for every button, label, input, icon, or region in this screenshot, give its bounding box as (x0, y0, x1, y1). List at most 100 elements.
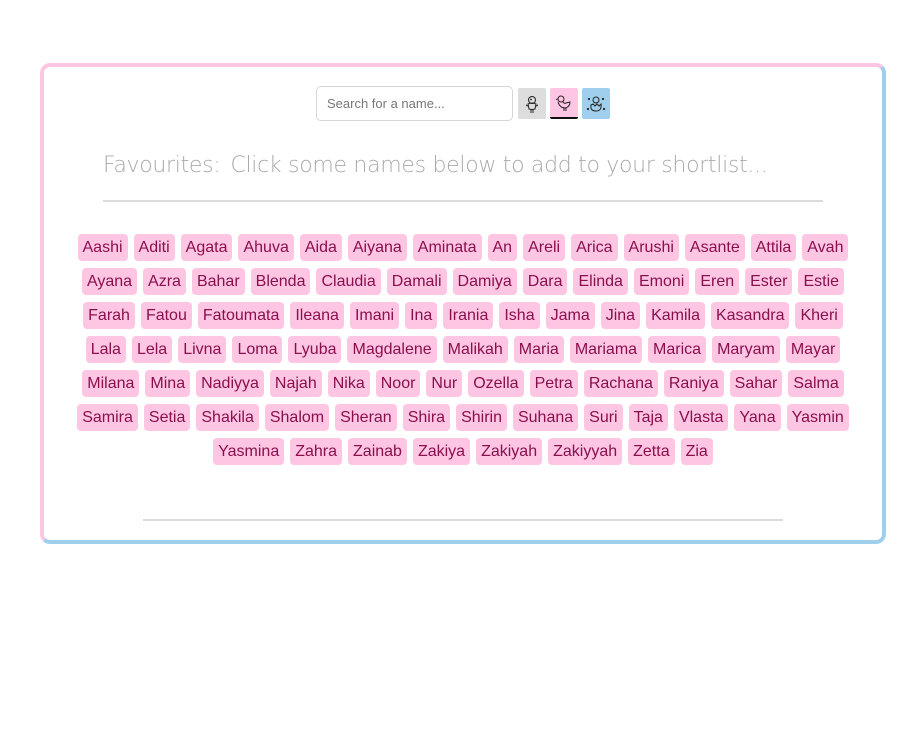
name-tag[interactable]: Petra (529, 370, 578, 397)
name-tag[interactable]: Taja (628, 404, 668, 431)
name-tag[interactable]: Ileana (290, 302, 344, 329)
divider (143, 519, 783, 521)
name-tag[interactable]: Kheri (795, 302, 843, 329)
name-tag[interactable]: Lala (85, 336, 126, 363)
name-tag[interactable]: Dara (522, 268, 568, 295)
favourites-area: Favourites: Click some names below to add… (103, 153, 823, 178)
name-tag[interactable]: Bahar (191, 268, 245, 295)
name-tag[interactable]: Eren (695, 268, 740, 295)
name-tag[interactable]: Zahra (290, 438, 343, 465)
favourites-label: Favourites: (103, 153, 221, 178)
name-tag[interactable]: Aida (299, 234, 342, 261)
name-tag[interactable]: Nika (327, 370, 370, 397)
name-tag[interactable]: Kamila (646, 302, 705, 329)
name-tag[interactable]: Blenda (250, 268, 311, 295)
name-tag[interactable]: Mariama (569, 336, 643, 363)
search-input[interactable] (316, 86, 513, 121)
name-tag[interactable]: Jama (545, 302, 595, 329)
name-tag[interactable]: Aminata (412, 234, 482, 261)
name-tag[interactable]: Jina (600, 302, 641, 329)
name-tag[interactable]: Maria (513, 336, 564, 363)
name-tag[interactable]: Sahar (729, 370, 783, 397)
name-tag[interactable]: Magdalene (347, 336, 437, 363)
name-tag[interactable]: Najah (269, 370, 322, 397)
hatching-chick-icon (586, 96, 606, 112)
name-tag[interactable]: Salma (788, 370, 844, 397)
name-tag[interactable]: Aditi (133, 234, 175, 261)
name-tag[interactable]: Vlasta (673, 404, 729, 431)
name-tag[interactable]: Lela (131, 336, 173, 363)
name-tag[interactable]: Fatou (140, 302, 192, 329)
chick-standing-icon (525, 95, 539, 113)
name-tag[interactable]: Yasmin (786, 404, 849, 431)
name-tag[interactable]: Ayana (81, 268, 138, 295)
name-tag[interactable]: Farah (83, 302, 135, 329)
name-tag[interactable]: Raniya (663, 370, 724, 397)
name-tag[interactable]: An (487, 234, 518, 261)
name-tag[interactable]: Suri (584, 404, 623, 431)
name-tag[interactable]: Shakila (196, 404, 259, 431)
name-tag[interactable]: Damiya (452, 268, 517, 295)
name-tag[interactable]: Nadiyya (196, 370, 264, 397)
name-tag[interactable]: Zakiyyah (548, 438, 623, 465)
mode-button-hatching-chick[interactable] (582, 88, 610, 119)
name-tag[interactable]: Setia (143, 404, 191, 431)
name-tag[interactable]: Rachana (583, 370, 658, 397)
name-tag[interactable]: Lyuba (288, 336, 342, 363)
name-tag[interactable]: Malikah (442, 336, 508, 363)
mode-button-standing-chick[interactable] (518, 88, 546, 119)
name-tag[interactable]: Yana (734, 404, 781, 431)
name-list: Aashi Aditi Agata Ahuva Aida Aiyana Aminata An A… (68, 234, 858, 465)
name-tag[interactable]: Azra (143, 268, 186, 295)
name-tag[interactable]: Damali (386, 268, 447, 295)
chick-walking-icon (555, 95, 571, 111)
name-tag[interactable]: Noor (375, 370, 421, 397)
name-tag[interactable]: Suhana (512, 404, 579, 431)
name-tag[interactable]: Shirin (456, 404, 507, 431)
name-tag[interactable]: Zakiya (412, 438, 471, 465)
name-tag[interactable]: Marica (648, 336, 707, 363)
name-tag[interactable]: Arica (571, 234, 618, 261)
mode-button-walking-chick[interactable] (550, 88, 578, 119)
name-tag[interactable]: Irania (443, 302, 494, 329)
name-tag[interactable]: Elinda (573, 268, 628, 295)
name-tag[interactable]: Fatoumata (197, 302, 285, 329)
name-tag[interactable]: Estie (798, 268, 845, 295)
name-tag[interactable]: Maryam (712, 336, 780, 363)
name-tag[interactable]: Emoni (633, 268, 690, 295)
name-tag[interactable]: Ina (405, 302, 438, 329)
name-tag[interactable]: Agata (180, 234, 233, 261)
toolbar (44, 86, 882, 121)
name-tag[interactable]: Ester (745, 268, 793, 295)
name-tag[interactable]: Shalom (264, 404, 330, 431)
name-tag[interactable]: Milana (82, 370, 140, 397)
name-tag[interactable]: Imani (349, 302, 400, 329)
name-tag[interactable]: Arushi (623, 234, 679, 261)
name-picker-card: Favourites: Click some names below to add… (40, 63, 886, 544)
name-tag[interactable]: Mayar (785, 336, 841, 363)
name-tag[interactable]: Livna (178, 336, 227, 363)
name-tag[interactable]: Asante (684, 234, 745, 261)
name-tag[interactable]: Zetta (628, 438, 675, 465)
name-tag[interactable]: Zakiyah (476, 438, 543, 465)
name-tag[interactable]: Aiyana (347, 234, 407, 261)
name-tag[interactable]: Zia (680, 438, 713, 465)
name-tag[interactable]: Isha (499, 302, 540, 329)
name-tag[interactable]: Nur (426, 370, 463, 397)
name-tag[interactable]: Shira (402, 404, 451, 431)
name-tag[interactable]: Mina (145, 370, 191, 397)
name-tag[interactable]: Ozella (468, 370, 524, 397)
name-tag[interactable]: Zainab (348, 438, 407, 465)
name-tag[interactable]: Sheran (335, 404, 397, 431)
name-tag[interactable]: Kasandra (710, 302, 790, 329)
name-tag[interactable]: Samira (77, 404, 138, 431)
name-tag[interactable]: Loma (232, 336, 283, 363)
name-tag[interactable]: Aashi (77, 234, 128, 261)
name-tag[interactable]: Attila (750, 234, 797, 261)
name-tag[interactable]: Claudia (316, 268, 381, 295)
favourites-hint: Click some names below to add to your sh… (230, 153, 768, 178)
name-tag[interactable]: Ahuva (238, 234, 294, 261)
name-tag[interactable]: Yasmina (213, 438, 285, 465)
name-tag[interactable]: Avah (802, 234, 849, 261)
name-tag[interactable]: Areli (523, 234, 566, 261)
